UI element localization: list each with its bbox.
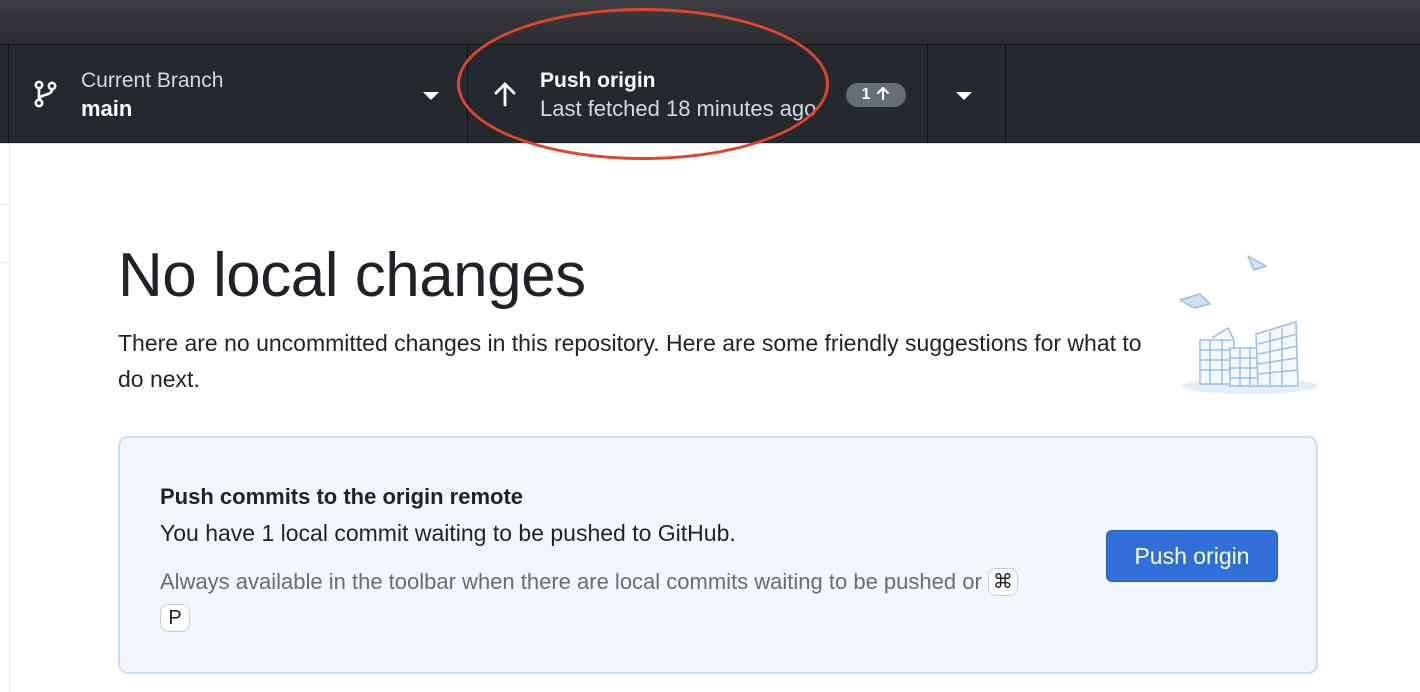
current-branch-name: main <box>81 96 133 121</box>
page-description: There are no uncommitted changes in this… <box>118 330 1142 392</box>
empty-state-illustration <box>1179 255 1318 394</box>
divider <box>0 262 9 263</box>
kbd-p: P <box>160 604 190 632</box>
chevron-down-icon[interactable] <box>421 85 441 105</box>
toolbar: Current Branch main Push origin Last fet… <box>0 45 1420 144</box>
divider <box>0 204 9 205</box>
card-hint-text: Always available in the toolbar when the… <box>160 569 982 594</box>
window-titlebar <box>0 0 1420 45</box>
arrow-up-small-icon <box>877 87 890 100</box>
push-options-dropdown[interactable] <box>928 45 1006 143</box>
left-panel-edge <box>0 144 10 692</box>
push-origin-button[interactable]: Push origin Last fetched 18 minutes ago … <box>468 45 928 143</box>
commits-ahead-badge: 1 <box>846 83 906 107</box>
kbd-command: ⌘ <box>987 568 1018 596</box>
push-origin-card-button[interactable]: Push origin <box>1106 530 1278 582</box>
current-branch-button[interactable]: Current Branch main <box>8 45 468 143</box>
current-branch-label: Current Branch <box>81 69 224 92</box>
page-title: No local changes <box>118 241 586 310</box>
arrow-up-icon <box>494 82 516 107</box>
card-title: Push commits to the origin remote <box>160 484 524 509</box>
last-fetched-text: Last fetched 18 minutes ago <box>540 96 817 121</box>
git-branch-icon <box>34 80 57 108</box>
card-hint: Always available in the toolbar when the… <box>160 564 1020 636</box>
push-origin-label: Push origin <box>540 69 656 92</box>
push-suggestion-card: Push commits to the origin remote You ha… <box>118 436 1318 674</box>
chevron-down-icon <box>956 92 972 100</box>
commits-ahead-count: 1 <box>861 86 871 103</box>
card-text: You have 1 local commit waiting to be pu… <box>160 520 736 546</box>
